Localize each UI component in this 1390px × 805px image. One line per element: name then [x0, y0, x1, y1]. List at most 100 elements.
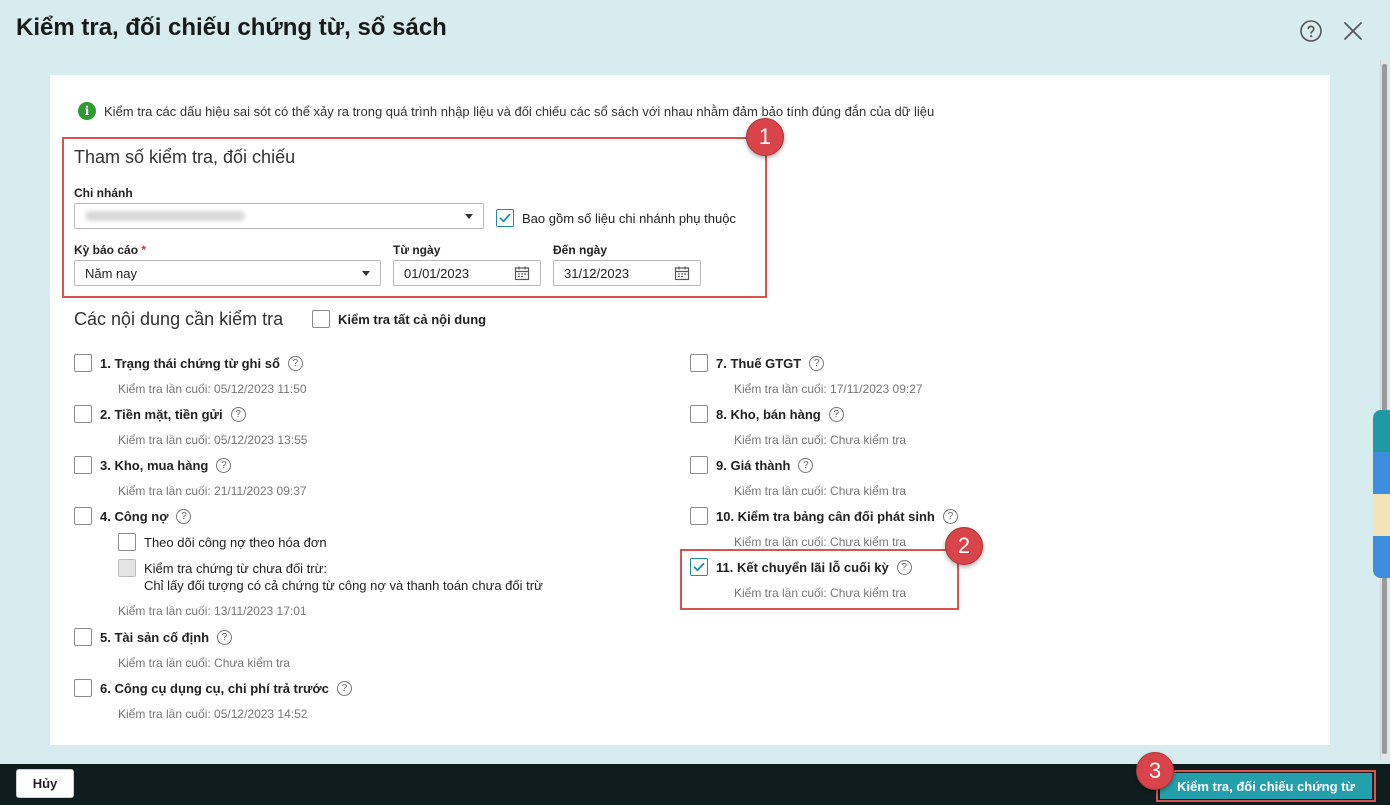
period-value: Năm nay: [85, 265, 138, 281]
check-item-4-checkbox[interactable]: [74, 507, 92, 525]
check-item-4[interactable]: 4. Công nợ ?: [74, 507, 192, 525]
debt-by-invoice-label: Theo dõi công nợ theo hóa đơn: [144, 534, 327, 550]
check-item-1-checkbox[interactable]: [74, 354, 92, 372]
to-date-value: 31/12/2023: [564, 265, 630, 281]
from-date-input[interactable]: 01/01/2023: [393, 260, 541, 286]
help-circle-icon[interactable]: ?: [217, 629, 233, 645]
check-item-label: 2. Tiền mặt, tiền gửi: [100, 406, 223, 422]
step-badge-2: 2: [945, 527, 983, 565]
branch-label: Chi nhánh: [74, 186, 133, 200]
check-item-8-checkbox[interactable]: [690, 405, 708, 423]
check-item-11-checkbox[interactable]: [690, 558, 708, 576]
check-item-10[interactable]: 10. Kiểm tra bảng cân đối phát sinh ?: [690, 507, 958, 525]
check-all-label: Kiểm tra tất cả nội dung: [338, 311, 487, 327]
check-item-5-checkbox[interactable]: [74, 628, 92, 646]
check-item-label: 11. Kết chuyển lãi lỗ cuối kỳ: [716, 559, 889, 575]
help-circle-icon[interactable]: ?: [336, 680, 352, 696]
include-dependent-row[interactable]: Bao gồm số liệu chi nhánh phụ thuộc: [496, 209, 736, 227]
check-item-2[interactable]: 2. Tiền mặt, tiền gửi ?: [74, 405, 246, 423]
check-item-9-checkbox[interactable]: [690, 456, 708, 474]
period-label: Kỳ báo cáo *: [74, 243, 146, 257]
step-badge-1: 1: [746, 118, 784, 156]
include-dependent-checkbox[interactable]: [496, 209, 514, 227]
last-checked-text: Kiểm tra lần cuối: 17/11/2023 09:27: [734, 382, 923, 396]
check-item-label: 9. Giá thành: [716, 457, 791, 473]
check-all-checkbox[interactable]: [312, 310, 330, 328]
debt-by-invoice-row[interactable]: Theo dõi công nợ theo hóa đơn: [118, 533, 327, 551]
from-date-label: Từ ngày: [393, 243, 441, 257]
debt-by-invoice-checkbox[interactable]: [118, 533, 136, 551]
last-checked-text: Kiểm tra lần cuối: 21/11/2023 09:37: [118, 484, 307, 498]
check-item-6-checkbox[interactable]: [74, 679, 92, 697]
help-circle-icon[interactable]: ?: [896, 559, 912, 575]
unoffset-voucher-line1: Kiểm tra chứng từ chưa đối trừ:: [144, 561, 327, 576]
help-circle-icon[interactable]: ?: [287, 355, 303, 371]
from-date-value: 01/01/2023: [404, 265, 470, 281]
check-item-label: 1. Trạng thái chứng từ ghi sổ: [100, 355, 280, 371]
check-item-7[interactable]: 7. Thuế GTGT ?: [690, 354, 825, 372]
check-all-row[interactable]: Kiểm tra tất cả nội dung: [312, 310, 486, 328]
to-date-label: Đến ngày: [553, 243, 608, 257]
close-icon[interactable]: [1341, 19, 1365, 43]
unoffset-voucher-label: Kiểm tra chứng từ chưa đối trừ: Chỉ lấy …: [144, 560, 543, 594]
last-checked-text: Kiểm tra lần cuối: Chưa kiểm tra: [734, 586, 907, 600]
help-circle-icon[interactable]: ?: [828, 406, 844, 422]
chevron-down-icon: [465, 213, 473, 219]
check-item-label: 3. Kho, mua hàng: [100, 457, 209, 473]
check-item-label: 10. Kiểm tra bảng cân đối phát sinh: [716, 508, 935, 524]
check-item-label: 4. Công nợ: [100, 508, 169, 524]
check-item-5[interactable]: 5. Tài sản cố định ?: [74, 628, 233, 646]
check-item-label: 7. Thuế GTGT: [716, 355, 802, 371]
help-circle-icon[interactable]: ?: [809, 355, 825, 371]
include-dependent-label: Bao gồm số liệu chi nhánh phụ thuộc: [522, 210, 736, 226]
check-item-2-checkbox[interactable]: [74, 405, 92, 423]
help-circle-icon[interactable]: ?: [798, 457, 814, 473]
cancel-button[interactable]: Hủy: [16, 769, 74, 798]
check-item-label: 8. Kho, bán hàng: [716, 406, 821, 422]
check-item-6[interactable]: 6. Công cụ dụng cụ, chi phí trả trước ?: [74, 679, 352, 697]
help-icon[interactable]: [1299, 19, 1323, 43]
help-circle-icon[interactable]: ?: [176, 508, 192, 524]
last-checked-text: Kiểm tra lần cuối: Chưa kiểm tra: [734, 433, 907, 447]
check-item-1[interactable]: 1. Trạng thái chứng từ ghi sổ ?: [74, 354, 303, 372]
dialog-title: Kiểm tra, đối chiếu chứng từ, sổ sách: [16, 14, 447, 41]
chevron-down-icon: [362, 270, 370, 276]
last-checked-text: Kiểm tra lần cuối: 05/12/2023 13:55: [118, 433, 308, 447]
params-title: Tham số kiểm tra, đối chiếu: [74, 147, 296, 167]
info-text: Kiểm tra các dấu hiệu sai sót có thể xảy…: [104, 103, 935, 119]
info-icon: i: [78, 102, 96, 120]
last-checked-text: Kiểm tra lần cuối: 05/12/2023 14:52: [118, 707, 308, 721]
help-circle-icon[interactable]: ?: [216, 457, 232, 473]
last-checked-text: Kiểm tra lần cuối: Chưa kiểm tra: [118, 656, 291, 670]
last-checked-text: Kiểm tra lần cuối: Chưa kiểm tra: [734, 535, 907, 549]
check-item-3-checkbox[interactable]: [74, 456, 92, 474]
period-select[interactable]: Năm nay: [74, 260, 381, 286]
unoffset-voucher-checkbox[interactable]: [118, 559, 136, 577]
branch-value-redacted: [85, 210, 245, 221]
unoffset-voucher-line2: Chỉ lấy đối tượng có cả chứng từ công nợ…: [144, 578, 543, 593]
check-item-9[interactable]: 9. Giá thành ?: [690, 456, 814, 474]
check-item-10-checkbox[interactable]: [690, 507, 708, 525]
last-checked-text: Kiểm tra lần cuối: 05/12/2023 11:50: [118, 382, 307, 396]
branch-select[interactable]: [74, 203, 484, 229]
contents-title: Các nội dung cần kiểm tra: [74, 309, 284, 329]
check-item-11[interactable]: 11. Kết chuyển lãi lỗ cuối kỳ ?: [690, 558, 912, 576]
last-checked-text: Kiểm tra lần cuối: Chưa kiểm tra: [734, 484, 907, 498]
calendar-icon[interactable]: [674, 265, 690, 281]
scrollbar-thumb[interactable]: [1382, 64, 1387, 754]
help-circle-icon[interactable]: ?: [942, 508, 958, 524]
last-checked-text: Kiểm tra lần cuối: 13/11/2023 17:01: [118, 604, 307, 618]
to-date-input[interactable]: 31/12/2023: [553, 260, 701, 286]
run-check-button[interactable]: Kiểm tra, đối chiếu chứng từ: [1160, 773, 1372, 799]
check-item-7-checkbox[interactable]: [690, 354, 708, 372]
check-item-3[interactable]: 3. Kho, mua hàng ?: [74, 456, 232, 474]
step-badge-3: 3: [1136, 752, 1174, 790]
period-label-text: Kỳ báo cáo: [74, 243, 139, 257]
side-tabs[interactable]: [1373, 410, 1390, 578]
check-item-label: 5. Tài sản cố định: [100, 629, 210, 645]
info-row: i Kiểm tra các dấu hiệu sai sót có thể x…: [78, 101, 934, 121]
calendar-icon[interactable]: [514, 265, 530, 281]
help-circle-icon[interactable]: ?: [230, 406, 246, 422]
check-item-label: 6. Công cụ dụng cụ, chi phí trả trước: [100, 680, 329, 696]
check-item-8[interactable]: 8. Kho, bán hàng ?: [690, 405, 844, 423]
